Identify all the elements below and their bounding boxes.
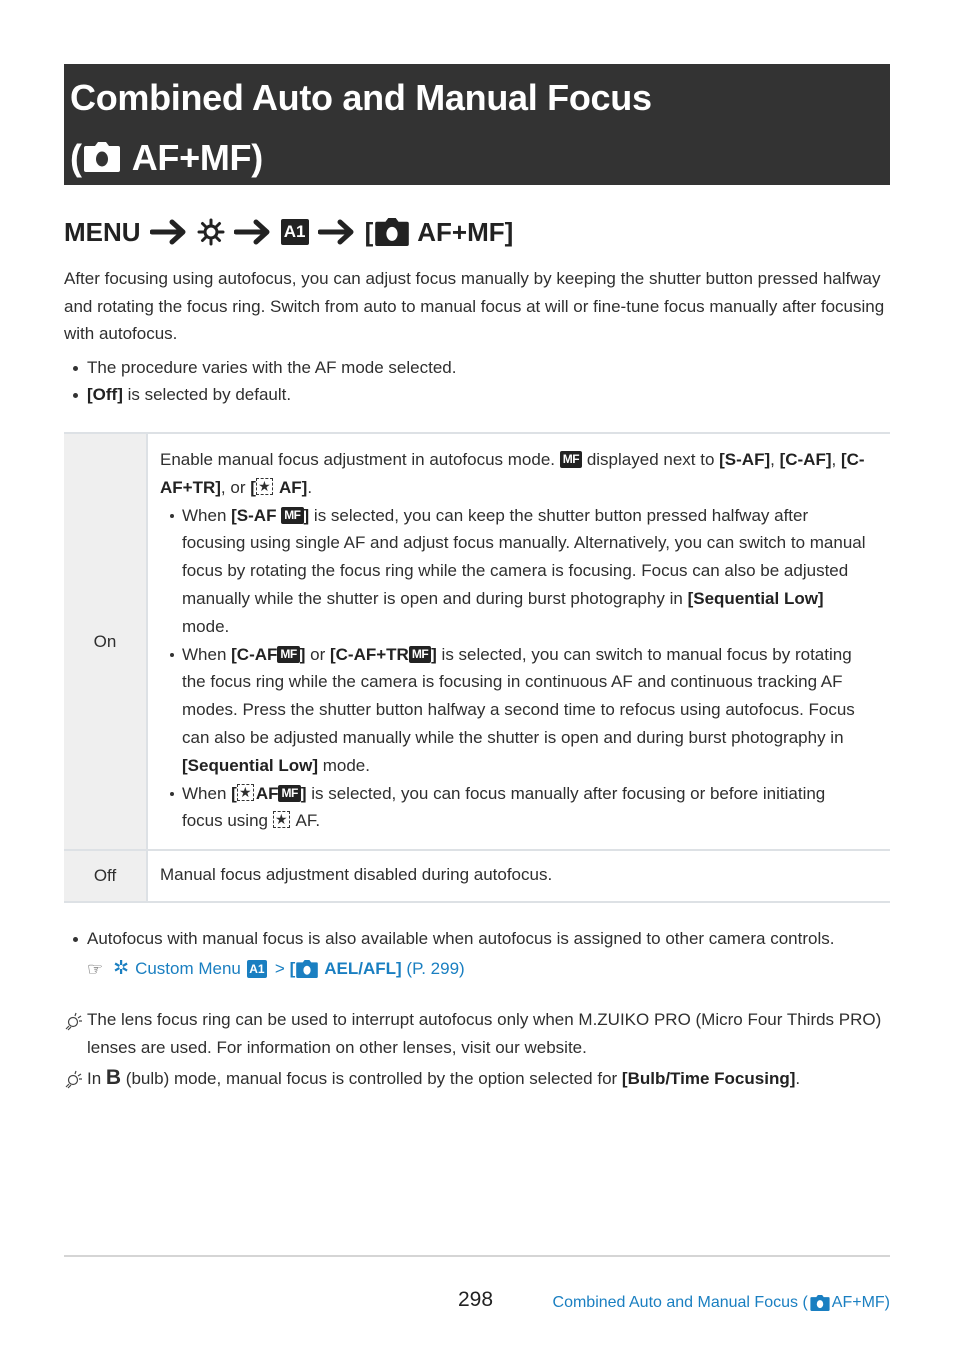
ref-bracket: [ <box>289 959 296 978</box>
ref-page-link[interactable]: (P. 299) <box>406 955 464 983</box>
option-key: Off <box>64 851 148 901</box>
after-table-section: Autofocus with manual focus is also avai… <box>64 925 890 986</box>
camera-icon <box>375 218 410 246</box>
on-bullets: When [S-AF MF] is selected, you can keep… <box>160 502 870 836</box>
options-table: On Enable manual focus adjustment in aut… <box>64 432 890 903</box>
tips-section: The lens focus ring can be used to inter… <box>64 1006 890 1093</box>
menu-path: MENU A1 [ AF+MF] <box>64 210 513 254</box>
after-bullets: Autofocus with manual focus is also avai… <box>64 925 890 952</box>
camera-icon <box>810 1295 830 1311</box>
table-row-on: On Enable manual focus adjustment in aut… <box>64 434 890 850</box>
table-row-off: Off Manual focus adjustment disabled dur… <box>64 849 890 901</box>
option-description: Manual focus adjustment disabled during … <box>160 865 553 885</box>
option-description: Enable manual focus adjustment in autofo… <box>148 434 890 849</box>
tip-bulb-icon <box>64 1011 84 1040</box>
ref-separator: > <box>274 959 285 978</box>
title-paren: ( <box>70 137 82 178</box>
gear-icon: ✲ <box>113 958 130 979</box>
list-item: The procedure varies with the AF mode se… <box>64 354 890 381</box>
a1-tab-icon: A1 <box>246 960 267 978</box>
page-number: 298 <box>458 1288 494 1311</box>
cross-reference-link[interactable]: ☞ ✲ Custom Menu A1 > [ AEL/AFL] (P. 299) <box>64 952 890 986</box>
face-priority-star-icon: ★ <box>272 811 290 829</box>
mf-badge-icon: MF <box>408 645 432 663</box>
face-priority-star-icon: ★ <box>255 477 273 495</box>
option-key: On <box>64 434 148 850</box>
mf-badge-icon: MF <box>277 645 300 663</box>
tip-note: In B (bulb) mode, manual focus is contro… <box>64 1064 890 1093</box>
page-title-line2: ( AF+MF) <box>70 128 890 188</box>
title-item: AF+MF) <box>131 137 263 178</box>
ref-menu-label[interactable]: Custom Menu <box>135 955 241 983</box>
intro-section: After focusing using autofocus, you can … <box>64 265 890 408</box>
list-item: Autofocus with manual focus is also avai… <box>64 925 890 952</box>
mf-badge-icon: MF <box>559 451 583 468</box>
intro-bullets: The procedure varies with the AF mode se… <box>64 354 890 408</box>
bracket-open: [ <box>364 216 374 247</box>
intro-paragraph: After focusing using autofocus, you can … <box>64 269 885 343</box>
ref-item-label[interactable]: AEL/AFL] <box>324 955 401 983</box>
footer-divider <box>64 1255 890 1257</box>
menu-label: MENU <box>64 216 141 247</box>
arrow-right-icon <box>233 219 272 245</box>
list-item: [Off] is selected by default. <box>64 381 890 408</box>
camera-icon <box>83 142 120 173</box>
arrow-right-icon <box>149 219 188 245</box>
list-item: When [★ AF MF] is selected, you can focus … <box>160 780 870 836</box>
list-item: When [C-AF MF] or [C-AF+TR MF] is selected… <box>160 641 870 780</box>
gear-icon <box>197 218 225 246</box>
mf-badge-icon: MF <box>281 506 304 524</box>
pointing-hand-icon: ☞ <box>87 959 104 979</box>
list-item: When [S-AF MF] is selected, you can keep… <box>160 502 870 641</box>
footer-section-link[interactable]: Combined Auto and Manual Focus ( AF+MF) <box>553 1294 890 1312</box>
tip-note: The lens focus ring can be used to inter… <box>64 1006 890 1062</box>
page-title-banner: Combined Auto and Manual Focus ( AF+MF) <box>64 64 890 185</box>
page-title-line1: Combined Auto and Manual Focus <box>70 77 652 118</box>
bulb-mode-icon: B <box>105 1066 122 1089</box>
tip-bulb-icon <box>64 1069 84 1098</box>
camera-icon <box>296 960 319 978</box>
menu-item-label: AF+MF] <box>417 216 514 247</box>
face-priority-star-icon: ★ <box>236 783 254 801</box>
mf-badge-icon: MF <box>278 784 301 802</box>
a1-tab-icon: A1 <box>280 219 309 245</box>
arrow-right-icon <box>317 219 356 245</box>
